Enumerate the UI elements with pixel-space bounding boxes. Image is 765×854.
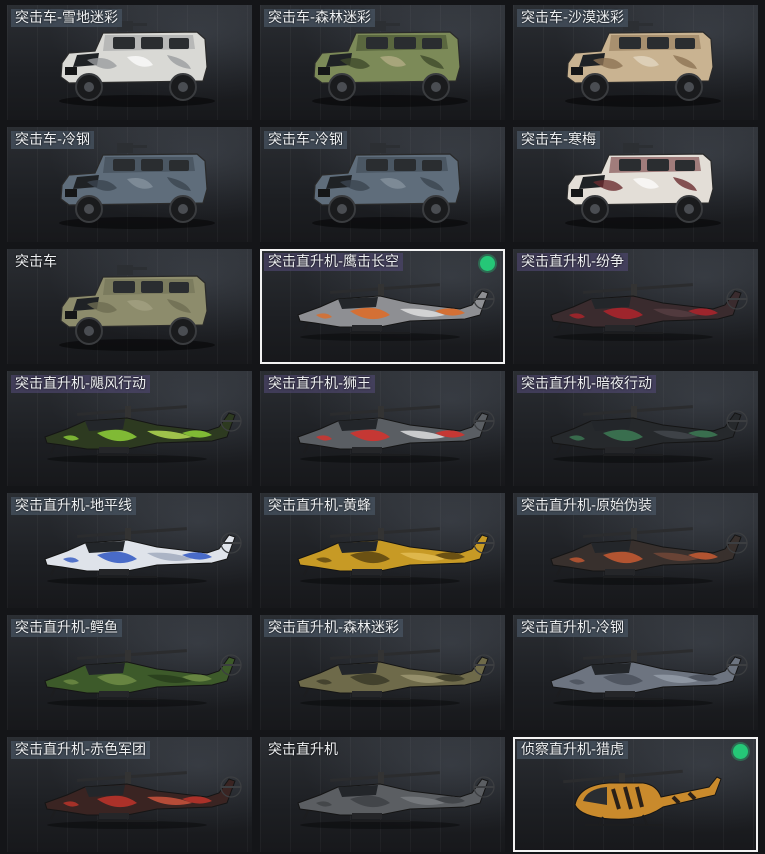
vehicle-skin-card[interactable]: 突击直升机-赤色军团 xyxy=(7,737,252,852)
vehicle-skin-card[interactable]: 突击直升机-原始伪装 xyxy=(513,493,758,608)
vehicle-skin-card[interactable]: 突击直升机-鳄鱼 xyxy=(7,615,252,730)
vehicle-skin-card[interactable]: 突击直升机-暗夜行动 xyxy=(513,371,758,486)
vehicle-skin-name: 突击直升机-冷钢 xyxy=(517,619,629,637)
vehicle-skin-name: 突击直升机 xyxy=(268,742,338,758)
vehicle-skin-name: 突击直升机-纷争 xyxy=(517,253,629,271)
vehicle-skin-card[interactable]: 突击车-雪地迷彩 xyxy=(7,5,252,120)
vehicle-skin-name: 突击直升机-黄蜂 xyxy=(264,497,376,515)
vehicle-skin-grid: 突击车-雪地迷彩 突击车-森林迷彩 突击车-沙漠迷彩 突击车-冷钢 突击车-冷钢… xyxy=(0,0,765,854)
vehicle-skin-card[interactable]: 侦察直升机-猎虎 xyxy=(513,737,758,852)
vehicle-skin-card[interactable]: 突击直升机-狮王 xyxy=(260,371,505,486)
vehicle-skin-name: 突击直升机-地平线 xyxy=(11,497,137,515)
vehicle-skin-card[interactable]: 突击直升机 xyxy=(260,737,505,852)
vehicle-skin-name: 侦察直升机-猎虎 xyxy=(517,741,629,759)
vehicle-skin-card[interactable]: 突击车-寒梅 xyxy=(513,127,758,242)
vehicle-skin-name: 突击直升机-飓风行动 xyxy=(11,375,151,393)
vehicle-skin-card[interactable]: 突击直升机-冷钢 xyxy=(513,615,758,730)
vehicle-skin-card[interactable]: 突击车-冷钢 xyxy=(7,127,252,242)
vehicle-skin-card[interactable]: 突击车-森林迷彩 xyxy=(260,5,505,120)
vehicle-skin-name: 突击车-冷钢 xyxy=(11,131,95,149)
vehicle-skin-name: 突击车-冷钢 xyxy=(264,131,348,149)
vehicle-skin-name: 突击直升机-暗夜行动 xyxy=(517,375,657,393)
equipped-indicator-icon xyxy=(480,256,495,271)
vehicle-skin-name: 突击车-寒梅 xyxy=(517,131,601,149)
vehicle-skin-name: 突击车-森林迷彩 xyxy=(264,9,376,27)
vehicle-skin-name: 突击直升机-狮王 xyxy=(264,375,376,393)
vehicle-skin-card[interactable]: 突击直升机-鹰击长空 xyxy=(260,249,505,364)
vehicle-skin-name: 突击车-沙漠迷彩 xyxy=(517,9,629,27)
vehicle-skin-card[interactable]: 突击车-沙漠迷彩 xyxy=(513,5,758,120)
vehicle-skin-card[interactable]: 突击直升机-地平线 xyxy=(7,493,252,608)
vehicle-skin-name: 突击车 xyxy=(15,254,57,270)
vehicle-skin-card[interactable]: 突击直升机-森林迷彩 xyxy=(260,615,505,730)
vehicle-skin-name: 突击直升机-赤色军团 xyxy=(11,741,151,759)
vehicle-skin-name: 突击车-雪地迷彩 xyxy=(11,9,123,27)
vehicle-skin-card[interactable]: 突击直升机-飓风行动 xyxy=(7,371,252,486)
vehicle-skin-name: 突击直升机-鳄鱼 xyxy=(11,619,123,637)
vehicle-skin-name: 突击直升机-原始伪装 xyxy=(517,497,657,515)
vehicle-skin-card[interactable]: 突击直升机-黄蜂 xyxy=(260,493,505,608)
vehicle-skin-card[interactable]: 突击车 xyxy=(7,249,252,364)
equipped-indicator-icon xyxy=(733,744,748,759)
vehicle-skin-card[interactable]: 突击直升机-纷争 xyxy=(513,249,758,364)
vehicle-skin-name: 突击直升机-森林迷彩 xyxy=(264,619,404,637)
vehicle-skin-name: 突击直升机-鹰击长空 xyxy=(264,253,404,271)
vehicle-skin-card[interactable]: 突击车-冷钢 xyxy=(260,127,505,242)
